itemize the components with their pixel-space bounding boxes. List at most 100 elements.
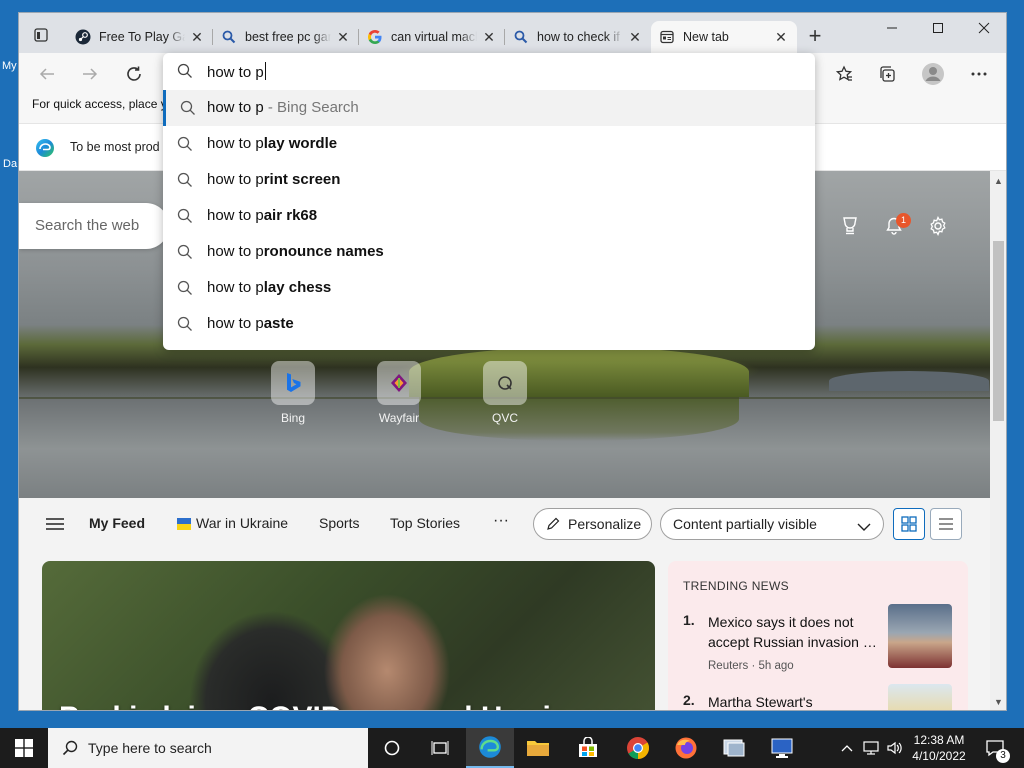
tab-my-feed[interactable]: My Feed [89,515,145,531]
tab-war-in-ukraine[interactable]: War in Ukraine [196,515,288,531]
clock-date: 4/10/2022 [912,749,966,763]
close-window-button[interactable] [961,13,1006,43]
tab-strip: Free To Play Games ✕ best free pc games … [19,13,1006,53]
quick-link-qvc[interactable]: QVC [475,361,535,425]
steam-icon [75,29,91,45]
start-button[interactable] [0,728,48,768]
close-tab-icon[interactable]: ✕ [189,29,205,45]
tab-title: Free To Play Games [99,30,185,44]
tab-new-tab[interactable]: New tab ✕ [651,21,797,53]
search-icon [221,29,237,45]
quick-link-bing[interactable]: Bing [263,361,323,425]
refresh-button[interactable] [119,59,149,89]
minimize-button[interactable] [869,13,915,43]
suggestion-item[interactable]: how to paste [163,306,815,342]
back-button[interactable] [32,59,62,89]
info-bar-message: To be most prod [70,140,160,154]
show-hidden-icons-chevron[interactable] [838,728,856,768]
system-clock[interactable]: 12:38 AM 4/10/2022 [908,732,970,764]
web-search-input[interactable]: Search the web [19,203,169,249]
volume-icon[interactable] [884,728,906,768]
tab-sports[interactable]: Sports [319,515,359,531]
tab-title: how to check if [537,30,620,44]
windows-logo-icon [15,739,33,757]
edge-taskbar-icon[interactable] [466,728,514,768]
new-tab-button[interactable]: + [802,25,828,49]
close-tab-icon[interactable]: ✕ [773,29,789,45]
file-explorer-icon[interactable] [514,728,562,768]
wayfair-icon [377,361,421,405]
trending-news-panel: TRENDING NEWS 1. Mexico says it does not… [668,561,968,710]
personalize-button[interactable]: Personalize [533,508,652,540]
favorites-bar-text: For quick access, place y [32,97,167,111]
list-view-button[interactable] [930,508,962,540]
tab-how-to-check[interactable]: how to check if ✕ [505,21,651,53]
scrollbar-thumb[interactable] [993,241,1004,421]
network-icon[interactable] [860,728,882,768]
desktop-icon-label[interactable]: My [2,60,17,72]
suggestion-item[interactable]: how to p - Bing Search [163,90,815,126]
page-settings-gear-icon[interactable] [923,211,953,241]
close-tab-icon[interactable]: ✕ [627,29,643,45]
suggestion-item[interactable]: how to pair rk68 [163,198,815,234]
scroll-down-arrow[interactable]: ▼ [990,694,1006,710]
bing-icon [271,361,315,405]
collections-icon[interactable] [872,59,902,89]
firefox-icon[interactable] [662,728,710,768]
close-tab-icon[interactable]: ✕ [481,29,497,45]
trending-item-title[interactable]: Mexico says it does not accept Russian i… [708,612,878,652]
microsoft-store-icon[interactable] [564,728,612,768]
tab-actions-icon[interactable] [29,23,53,47]
close-tab-icon[interactable]: ✕ [335,29,351,45]
tab-free-to-play[interactable]: Free To Play Games ✕ [67,21,213,53]
chrome-icon[interactable] [614,728,662,768]
page-scrollbar[interactable]: ▲ ▼ [990,171,1006,710]
story-headline[interactable]: Psaki claims COVID exposed Harris were [59,701,644,710]
trending-item-source: Reuters · 5h ago [708,660,794,672]
address-bar-dropdown: how to p how to p - Bing Search how to p… [163,53,815,350]
pencil-icon [546,517,560,531]
profile-avatar[interactable] [918,59,948,89]
scroll-up-arrow[interactable]: ▲ [990,173,1006,189]
notifications-bell-icon[interactable]: 1 [879,211,911,241]
suggestion-item[interactable]: how to play chess [163,270,815,306]
maximize-button[interactable] [915,13,961,43]
news-thumbnail[interactable] [888,604,952,668]
favorites-icon[interactable] [829,59,859,89]
grid-view-button[interactable] [893,508,925,540]
tab-best-free-pc-games[interactable]: best free pc games ✕ [213,21,359,53]
more-topics-button[interactable]: ··· [493,512,509,530]
tab-top-stories[interactable]: Top Stories [390,515,460,531]
text-caret [264,62,266,80]
trending-item-title[interactable]: Martha Stewart's Heartbreaking [708,692,878,710]
desktop-icon-label[interactable]: Da [3,158,17,170]
feed-navigation: My Feed War in Ukraine Sports Top Storie… [19,498,990,550]
vm-app-icon[interactable] [710,728,758,768]
search-icon [177,208,193,224]
search-icon [513,29,529,45]
search-icon [177,136,193,152]
search-icon [62,740,78,756]
cortana-icon[interactable] [368,728,416,768]
task-view-icon[interactable] [416,728,464,768]
remote-desktop-icon[interactable] [758,728,806,768]
hamburger-menu-icon[interactable] [46,517,64,536]
action-center-icon[interactable]: 3 [978,728,1012,768]
rewards-icon[interactable] [835,211,865,241]
search-icon [180,100,196,116]
tab-can-virtual-machines[interactable]: can virtual machines ✕ [359,21,505,53]
content-visibility-dropdown[interactable]: Content partially visible [660,508,884,540]
top-story-card[interactable]: Psaki claims COVID exposed Harris were [42,561,655,710]
suggestion-item[interactable]: how to play wordle [163,126,815,162]
search-icon [177,244,193,260]
forward-button[interactable] [75,59,105,89]
quick-link-wayfair[interactable]: Wayfair [369,361,429,425]
news-thumbnail[interactable] [888,684,952,710]
settings-more-icon[interactable] [964,59,994,89]
clock-time: 12:38 AM [913,733,965,747]
address-bar[interactable]: how to p [163,53,815,89]
taskbar-search-box[interactable]: Type here to search [48,728,368,768]
search-icon [177,316,193,332]
suggestion-item[interactable]: how to pronounce names [163,234,815,270]
suggestion-item[interactable]: how to print screen [163,162,815,198]
